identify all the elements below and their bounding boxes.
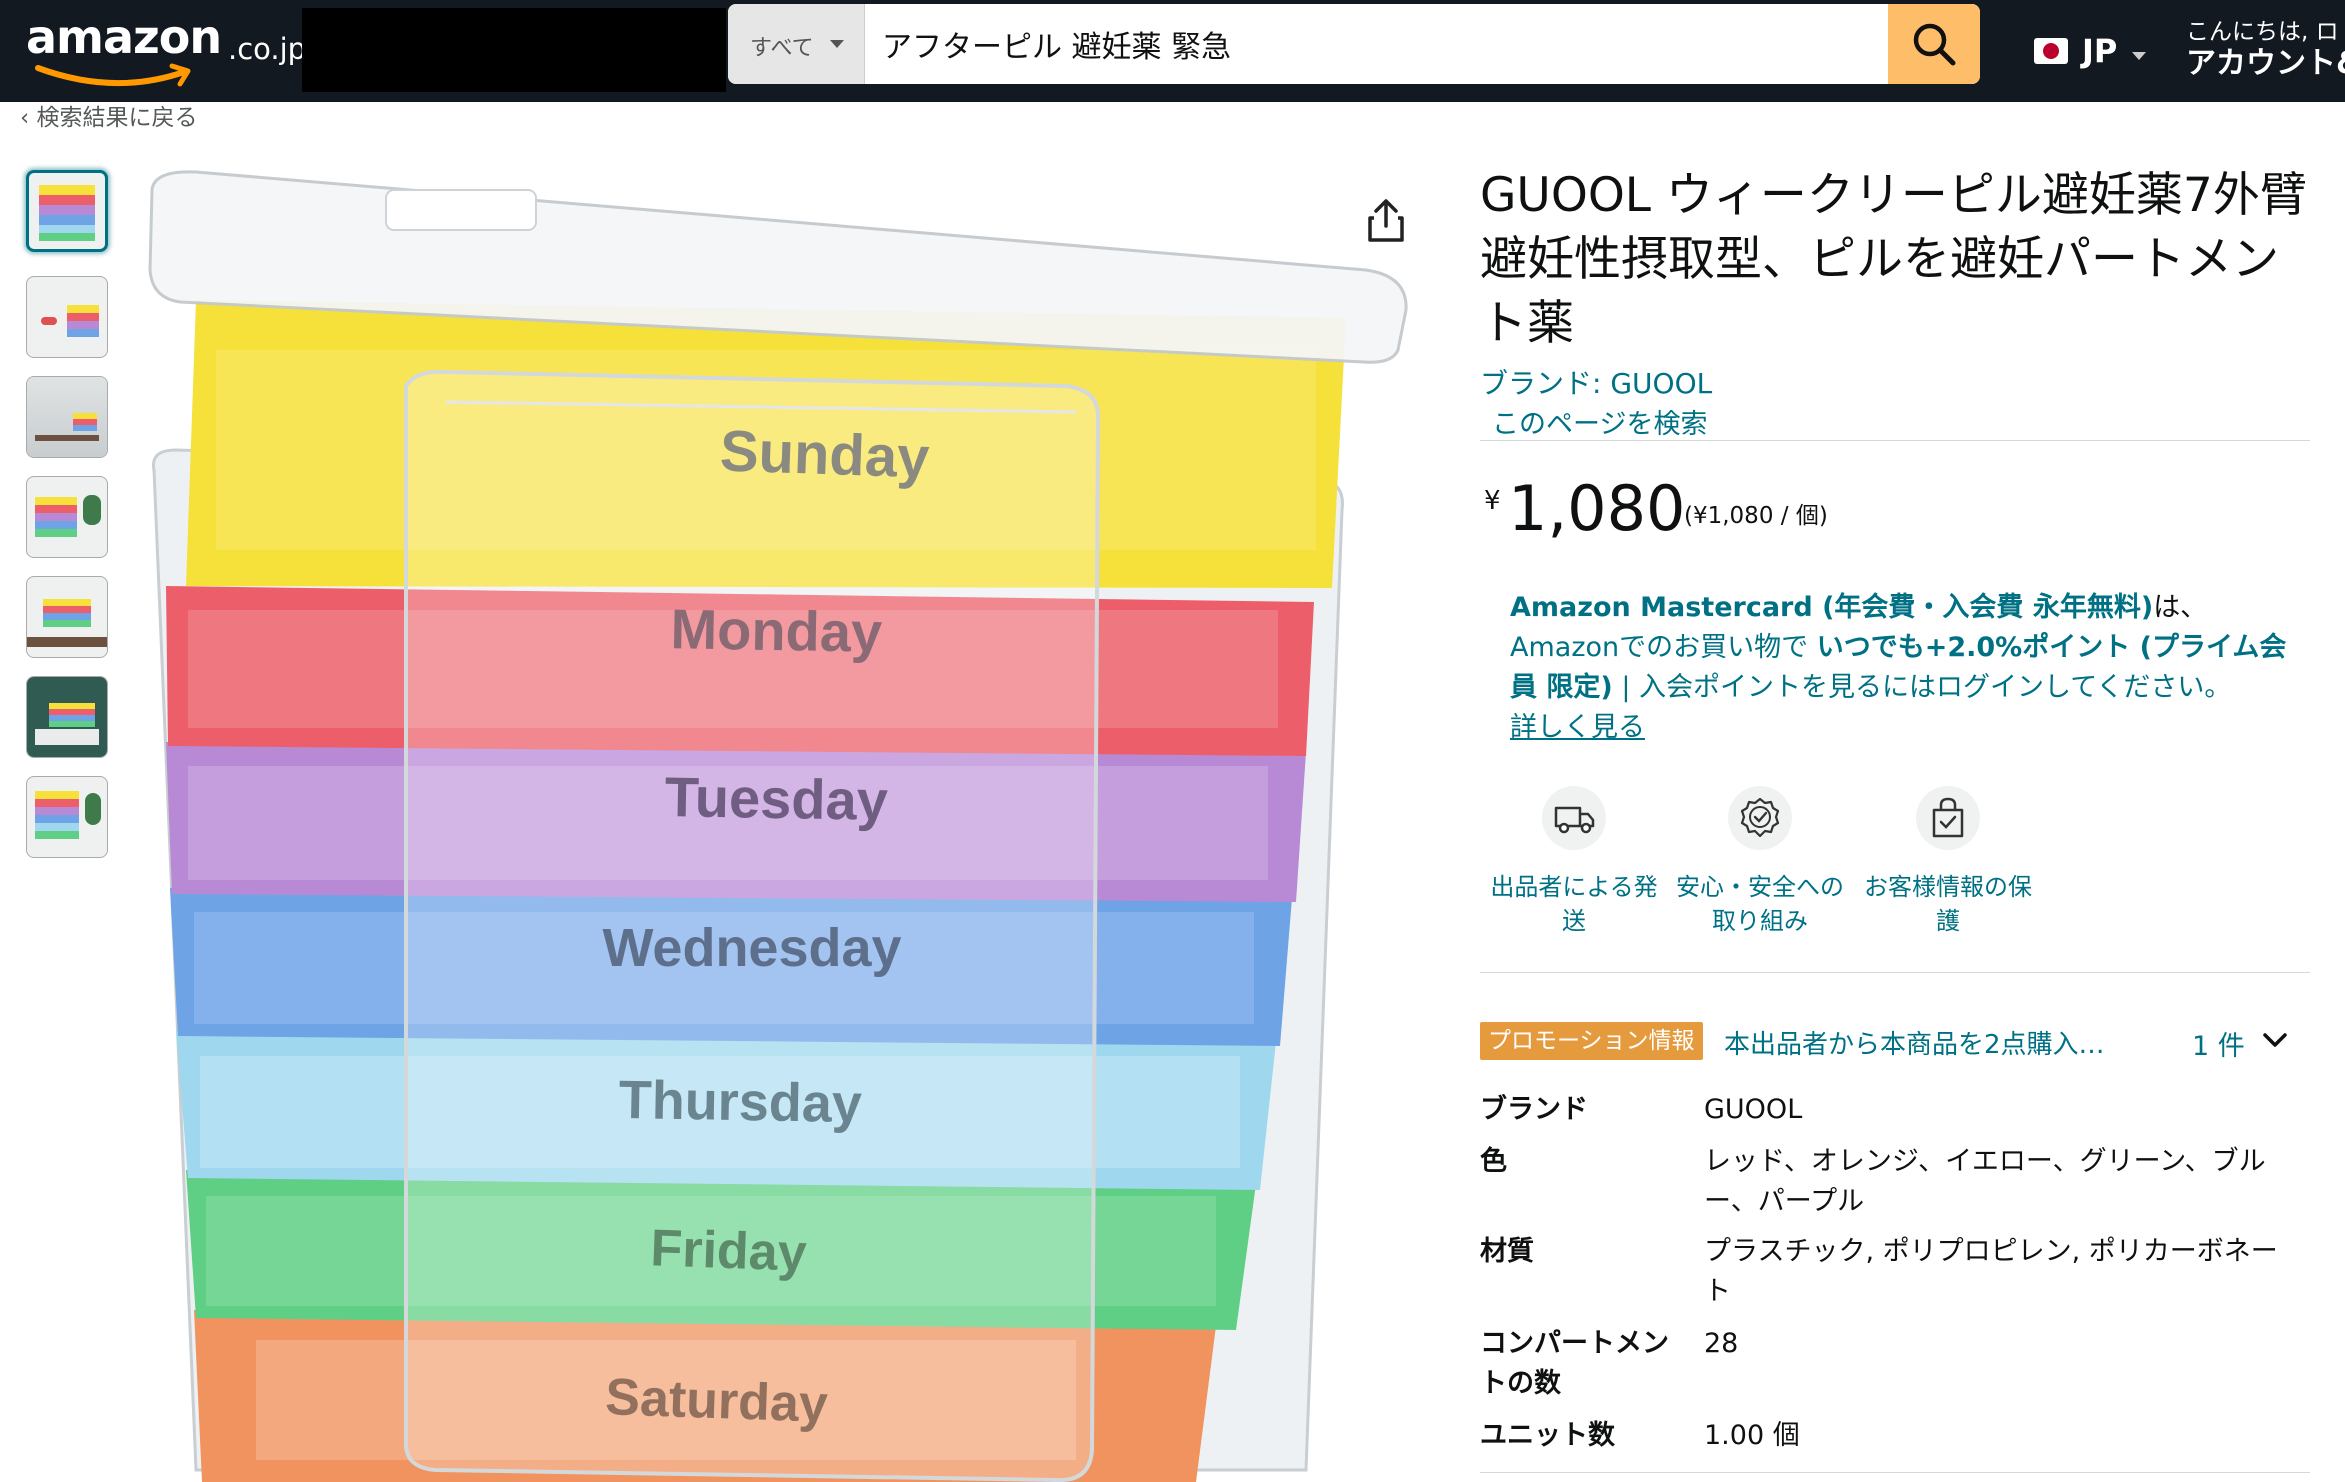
mastercard-promo: Amazon Mastercard (年会費・入会費 永年無料)は、 Amazo… bbox=[1510, 588, 2290, 748]
spec-key: ユニット数 bbox=[1480, 1420, 1615, 1451]
price-currency: ¥ bbox=[1484, 486, 1501, 516]
promo-text-3: | 入会ポイントを見るにはログインしてください。 bbox=[1612, 672, 2232, 703]
product-main-image[interactable]: Sunday Monday Tuesday Wednesday Thursday… bbox=[136, 150, 1416, 1482]
logo-smile-icon bbox=[35, 63, 191, 87]
feature-security[interactable]: 安心・安全への取り組み bbox=[1668, 786, 1852, 938]
spec-value: GUOOL bbox=[1704, 1094, 1803, 1125]
thumbnail-4[interactable] bbox=[26, 476, 108, 558]
thumbnail-7[interactable] bbox=[26, 776, 108, 858]
day-label-monday: Monday bbox=[670, 597, 883, 664]
logo-domain: .co.jp bbox=[228, 32, 307, 66]
thumbnail-3[interactable] bbox=[26, 376, 108, 458]
learn-more-link[interactable]: 詳しく見る bbox=[1510, 712, 1645, 743]
language-selector[interactable]: JP bbox=[2082, 32, 2117, 70]
day-label-thursday: Thursday bbox=[618, 1070, 862, 1134]
spec-value: 28 bbox=[1704, 1328, 1739, 1359]
divider bbox=[1480, 1472, 2310, 1473]
share-icon[interactable] bbox=[1364, 196, 1408, 244]
day-label-wednesday: Wednesday bbox=[602, 918, 901, 978]
thumbnail-1[interactable] bbox=[26, 170, 108, 252]
thumbnail-6[interactable] bbox=[26, 676, 108, 758]
brand-link[interactable]: ブランド: GUOOL bbox=[1480, 362, 1712, 402]
feature-privacy[interactable]: お客様情報の保護 bbox=[1856, 786, 2040, 938]
promotion-badge: プロモーション情報 bbox=[1480, 1022, 1703, 1060]
amazon-logo[interactable]: amazon .co.jp bbox=[26, 8, 306, 94]
chevron-down-icon[interactable] bbox=[2262, 1030, 2288, 1050]
account-lists-menu[interactable]: アカウント& bbox=[2186, 38, 2345, 82]
card-name-link[interactable]: Amazon Mastercard (年会費・入会費 永年無料) bbox=[1510, 592, 2153, 623]
search-input[interactable] bbox=[882, 4, 1882, 84]
spec-key: ブランド bbox=[1480, 1094, 1588, 1125]
feature-label: 安心・安全への取り組み bbox=[1676, 873, 1844, 935]
feature-label: お客様情報の保護 bbox=[1864, 873, 2032, 935]
feature-seller-shipping[interactable]: 出品者による発送 bbox=[1482, 786, 1666, 938]
spec-value: レッド、オレンジ、イエロー、グリーン、ブルー、パープル bbox=[1704, 1146, 2266, 1217]
secure-bag-icon bbox=[1916, 786, 1980, 850]
promotion-row[interactable]: プロモーション情報 本出品者から本商品を2点購入… 1 件 bbox=[1480, 1022, 2310, 1062]
product-title: GUOOL ウィークリーピル避妊薬7外臂避妊性摂取型、ピルを避妊パートメント薬 bbox=[1480, 168, 2307, 351]
day-label-friday: Friday bbox=[650, 1219, 808, 1282]
search-category-label: すべて bbox=[750, 36, 814, 61]
spec-value: 1.00 個 bbox=[1704, 1420, 1800, 1451]
day-label-sunday: Sunday bbox=[719, 418, 931, 490]
caret-down-icon bbox=[830, 40, 844, 48]
promotion-count[interactable]: 1 件 bbox=[2192, 1024, 2245, 1063]
divider bbox=[1480, 440, 2310, 441]
promo-text-1: は、 bbox=[2153, 592, 2208, 623]
back-to-results-link[interactable]: ‹ 検索結果に戻る bbox=[20, 98, 198, 132]
japan-flag-icon[interactable] bbox=[2034, 38, 2068, 64]
price-per-unit: (¥1,080 / 個) bbox=[1684, 503, 1828, 529]
search-button[interactable] bbox=[1888, 4, 1980, 84]
search-this-page-link[interactable]: このページを検索 bbox=[1492, 402, 1707, 441]
search-category-dropdown[interactable]: すべて bbox=[728, 4, 865, 84]
promotion-description[interactable]: 本出品者から本商品を2点購入… bbox=[1724, 1024, 2105, 1061]
caret-down-icon bbox=[2132, 52, 2146, 60]
logo-wordmark: amazon bbox=[26, 10, 222, 64]
search-bar: すべて bbox=[728, 4, 1980, 84]
delivery-truck-icon bbox=[1542, 786, 1606, 850]
redacted-delivery-address bbox=[302, 8, 726, 92]
security-badge-icon bbox=[1728, 786, 1792, 850]
day-label-saturday: Saturday bbox=[604, 1368, 828, 1434]
feature-label: 出品者による発送 bbox=[1490, 873, 1658, 935]
price-value: 1,080 bbox=[1508, 472, 1686, 545]
search-icon bbox=[1913, 23, 1956, 66]
day-label-tuesday: Tuesday bbox=[664, 765, 888, 832]
top-nav-bar: amazon .co.jp すべて JP こんにちは, ロ アカウント& bbox=[0, 0, 2345, 102]
thumbnail-5[interactable] bbox=[26, 576, 108, 658]
thumbnail-2[interactable] bbox=[26, 276, 108, 358]
spec-key: コンパートメントの数 bbox=[1480, 1328, 1669, 1399]
promo-text-2: Amazonでのお買い物で bbox=[1510, 632, 1809, 663]
spec-value: プラスチック, ポリプロピレン, ポリカーボネート bbox=[1704, 1236, 2278, 1307]
spec-key: 色 bbox=[1480, 1146, 1507, 1177]
spec-key: 材質 bbox=[1480, 1236, 1534, 1267]
divider bbox=[1480, 972, 2310, 973]
